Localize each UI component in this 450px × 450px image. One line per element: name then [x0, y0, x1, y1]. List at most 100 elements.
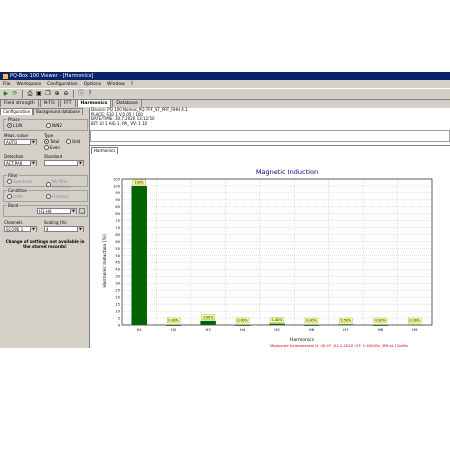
- radio-filter-none[interactable]: No filter, harmonic: [46, 179, 87, 189]
- radio-phase-l1n[interactable]: L1/N: [7, 123, 22, 128]
- data-label: 100%: [135, 181, 144, 185]
- standard-label: Standard: [44, 154, 63, 159]
- y-tick-label: 65: [115, 233, 120, 237]
- x-tick-label: H2: [171, 327, 177, 332]
- tab-harmonics[interactable]: Harmonics: [76, 99, 112, 107]
- y-tick-label: 35: [115, 275, 120, 279]
- y-tick-label: 95: [115, 191, 120, 195]
- y-tick-label: 40: [115, 268, 120, 272]
- radio-label: N/N2: [52, 123, 62, 128]
- save-icon[interactable]: ▣: [35, 90, 43, 98]
- radio-phase-nn2[interactable]: N/N2: [46, 123, 62, 128]
- radio-type-even[interactable]: Even: [44, 145, 60, 150]
- detection-select[interactable]: ACT.PAR ▼: [4, 160, 37, 166]
- menu-window[interactable]: Window: [107, 82, 125, 87]
- tab-configuration[interactable]: Configuration: [0, 108, 34, 115]
- zoom-out-icon[interactable]: ⊖: [62, 90, 70, 98]
- chevron-down-icon: ▼: [70, 209, 76, 214]
- tab-n-to[interactable]: N-TO: [39, 99, 59, 107]
- toolbar-separator: [73, 90, 74, 98]
- detection-value: ACT.PAR: [6, 161, 23, 166]
- phase-group: Phase L1/N N/N2: [3, 117, 88, 131]
- menu-bar: File Workspace Configuration Options Win…: [0, 80, 450, 88]
- data-label: 0.00%: [168, 319, 178, 323]
- scale-select[interactable]: 4 ▼: [44, 226, 84, 232]
- settings-panel: Configuration Background database Phase …: [0, 108, 90, 348]
- tab-field-strength[interactable]: Field strength: [0, 99, 39, 107]
- settings-subtabs: Configuration Background database: [0, 108, 89, 115]
- radio-condition-function[interactable]: Function: [46, 194, 69, 199]
- zoom-in-icon[interactable]: ⊕: [53, 90, 61, 98]
- y-tick-label: 5: [118, 316, 120, 320]
- print-icon[interactable]: ⎙: [26, 90, 34, 98]
- radio-filter-spectrum[interactable]: Spectrum: [7, 179, 32, 184]
- menu-configuration[interactable]: Configuration: [47, 82, 78, 87]
- title-bar: PQ-Box 100 Viewer - [Harmonics]: [0, 72, 450, 80]
- measurement-select[interactable]: AUTO ▼: [4, 139, 37, 145]
- tab-database[interactable]: Database: [112, 99, 142, 107]
- menu-help[interactable]: ?: [131, 82, 133, 87]
- condition-group-title: Condition: [7, 188, 29, 193]
- band-group: Band H1-H9 ▼ …: [3, 203, 88, 217]
- refresh-icon[interactable]: ⟳: [11, 90, 19, 98]
- data-label: 0.00%: [375, 319, 385, 323]
- y-tick-label: 105: [113, 177, 120, 181]
- y-tick-label: 75: [115, 219, 120, 223]
- divider: [90, 142, 450, 146]
- band-select[interactable]: H1-H9 ▼: [37, 208, 77, 214]
- bar-h5: [269, 323, 285, 325]
- data-label: 3.00%: [203, 315, 213, 319]
- settings-note: Change of settings not available in the …: [5, 239, 85, 249]
- detection-label: Detection: [4, 154, 24, 159]
- y-tick-label: 80: [115, 212, 120, 216]
- scale-value: 4: [46, 227, 49, 232]
- data-label: 0.00%: [237, 319, 247, 323]
- channels-select[interactable]: SCOPE 1 ▼: [4, 226, 37, 232]
- magnetic-induction-chart: Magnetic Induction 0 5 10 15 20 25 30 35 40 45 50 5…: [102, 168, 433, 343]
- radio-label: Spectrum: [13, 179, 33, 184]
- comment-field[interactable]: [90, 130, 450, 142]
- measurement-label: Meas. value: [4, 133, 28, 138]
- channels-value: SCOPE 1: [6, 227, 24, 232]
- info-icon[interactable]: ⓘ: [77, 90, 85, 98]
- copy-icon[interactable]: ❐: [44, 90, 52, 98]
- standard-select[interactable]: ▼: [44, 160, 84, 166]
- y-tick-label: 20: [115, 295, 120, 299]
- menu-file[interactable]: File: [3, 82, 11, 87]
- radio-type-total[interactable]: Total: [44, 139, 59, 144]
- play-icon[interactable]: ▶: [2, 90, 10, 98]
- channels-label: Channels: [4, 220, 23, 225]
- tab-background-database[interactable]: Background database: [33, 108, 83, 115]
- chart-plot-area: [121, 178, 433, 326]
- radio-label: No filter, harmonic: [51, 179, 71, 189]
- y-tick-label: 90: [115, 198, 120, 202]
- condition-group: Condition Limit Function: [3, 188, 88, 202]
- chart-footer: Measured fundamental H: 40.07 ;01.2.2020…: [270, 343, 409, 348]
- y-axis-ticks: 0 5 10 15 20 25 30 35 40 45 50 55 60 65 70 75 80 85 90 95 10…: [113, 177, 121, 327]
- menu-workspace[interactable]: Workspace: [17, 82, 42, 87]
- filter-group-title: Filter: [7, 173, 19, 178]
- x-tick-label: H3: [205, 327, 211, 332]
- record-info: Device: PQ 100 Nomas_PQ.TPF_ST_PRT_RHH 4…: [91, 107, 188, 126]
- y-tick-label: 55: [115, 247, 120, 251]
- x-tick-label: H6: [309, 327, 315, 332]
- info-line: BIT: UI 1 AIG 1: PA_ VV: 1 10: [91, 120, 148, 126]
- bar-h1: [131, 185, 147, 325]
- radio-type-odd[interactable]: Odd: [66, 139, 80, 144]
- x-tick-label: H8: [378, 327, 384, 332]
- measurement-value: AUTO: [6, 140, 18, 145]
- y-tick-label: 60: [115, 240, 120, 244]
- radio-condition-limit[interactable]: Limit: [7, 194, 23, 199]
- tab-fft[interactable]: FFT: [59, 99, 76, 107]
- help-icon[interactable]: ?: [86, 90, 94, 98]
- chart-grid: [122, 178, 433, 326]
- menu-options[interactable]: Options: [84, 82, 101, 87]
- tab-harmonics-chart[interactable]: Harmonics: [91, 147, 119, 154]
- y-tick-label: 85: [115, 205, 120, 209]
- chevron-down-icon: ▼: [77, 161, 83, 166]
- x-tick-label: H7: [343, 327, 349, 332]
- y-tick-label: 50: [115, 254, 120, 258]
- data-label: 0.30%: [410, 319, 420, 323]
- band-browse-button[interactable]: …: [79, 208, 85, 214]
- y-tick-label: 0: [118, 323, 121, 327]
